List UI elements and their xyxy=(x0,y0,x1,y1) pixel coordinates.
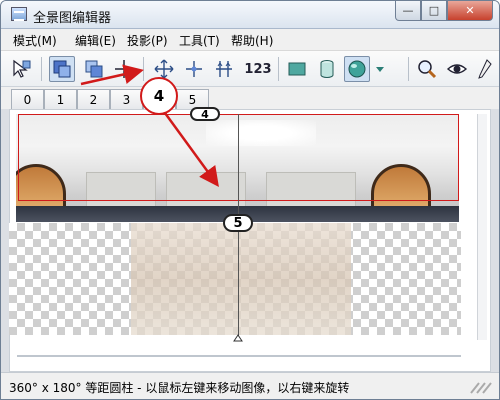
dropdown-arrow-icon[interactable] xyxy=(373,56,387,82)
image-marker-4[interactable]: 4 xyxy=(190,107,220,121)
zoom-icon[interactable] xyxy=(414,56,440,82)
select-tool-icon[interactable] xyxy=(9,56,35,82)
tab-0[interactable]: 0 xyxy=(11,89,44,109)
resize-grip-icon[interactable] xyxy=(467,381,493,395)
menu-projection[interactable]: 投影(P) xyxy=(127,32,168,49)
align-vertical-icon[interactable] xyxy=(211,56,237,82)
status-bar: 360° x 180° 等距圆柱 - 以鼠标左键来移动图像，以右键来旋转 xyxy=(1,372,499,399)
pen-icon[interactable] xyxy=(475,56,495,82)
preview-eye-icon[interactable] xyxy=(444,56,470,82)
close-button[interactable]: ✕ xyxy=(447,1,493,21)
toolbar-separator xyxy=(278,57,279,81)
toolbar-separator xyxy=(41,57,42,81)
horizontal-scrollbar[interactable] xyxy=(17,355,461,357)
annotation-callout-4: 4 xyxy=(140,77,178,115)
minimize-button[interactable]: — xyxy=(395,1,421,21)
center-pointer-icon xyxy=(233,334,243,342)
cylinder-projection-icon[interactable] xyxy=(314,56,340,82)
maximize-button[interactable]: □ xyxy=(421,1,447,21)
menu-bar: 模式(M) 编辑(E) 投影(P) 工具(T) 帮助(H) xyxy=(1,29,499,51)
app-icon xyxy=(11,7,27,21)
menu-edit[interactable]: 编辑(E) xyxy=(75,32,116,49)
panorama-floor-image[interactable] xyxy=(131,223,351,335)
move-center-icon[interactable] xyxy=(181,56,207,82)
menu-help[interactable]: 帮助(H) xyxy=(231,32,273,49)
toolbar-separator xyxy=(143,57,144,81)
panorama-editor-window: 全景图编辑器 — □ ✕ 模式(M) 编辑(E) 投影(P) 工具(T) 帮助(… xyxy=(0,0,500,400)
toolbar: 123 xyxy=(1,51,499,87)
tab-3[interactable]: 3 xyxy=(110,89,143,109)
tab-1[interactable]: 1 xyxy=(44,89,77,109)
tab-5[interactable]: 5 xyxy=(176,89,209,109)
image-tabs: 0 1 2 3 4 5 xyxy=(1,87,499,109)
status-text: 360° x 180° 等距圆柱 - 以鼠标左键来移动图像，以右键来旋转 xyxy=(9,381,350,395)
crosshair-icon[interactable] xyxy=(111,56,137,82)
window-title: 全景图编辑器 xyxy=(33,11,112,26)
image-layer-icon[interactable] xyxy=(49,56,75,82)
image-marker-5[interactable]: 5 xyxy=(223,214,253,232)
tab-2[interactable]: 2 xyxy=(77,89,110,109)
title-bar[interactable]: 全景图编辑器 — □ ✕ xyxy=(1,1,499,29)
vertical-scrollbar[interactable] xyxy=(477,114,487,340)
toolbar-separator xyxy=(408,57,409,81)
copy-layer-icon[interactable] xyxy=(81,56,107,82)
sphere-projection-icon[interactable] xyxy=(344,56,370,82)
menu-tools[interactable]: 工具(T) xyxy=(179,32,220,49)
plane-projection-icon[interactable] xyxy=(284,56,310,82)
number-labels-button[interactable]: 123 xyxy=(243,56,273,82)
menu-mode[interactable]: 模式(M) xyxy=(13,32,57,49)
